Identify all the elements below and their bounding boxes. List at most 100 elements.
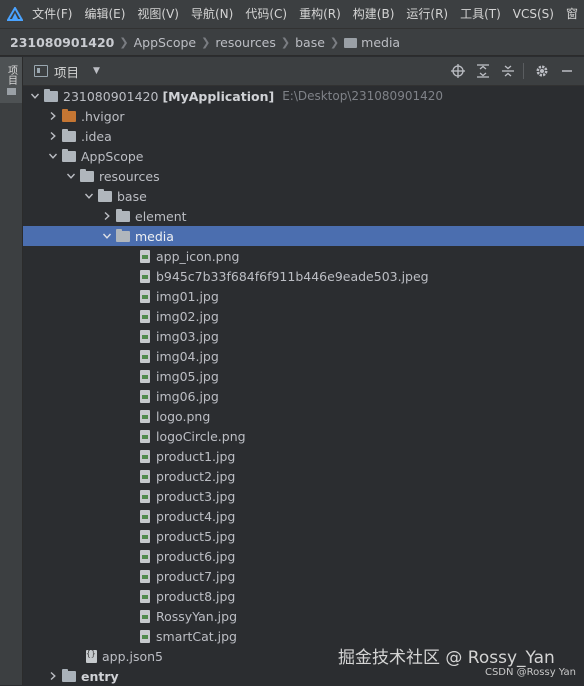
gear-icon[interactable] [531, 60, 553, 82]
file-name: product2.jpg [156, 468, 236, 484]
image-file-icon [140, 389, 150, 403]
tree-item-file[interactable]: img05.jpg [23, 366, 584, 386]
tree-item-label: .idea [81, 128, 112, 144]
root-path: E:\Desktop\231080901420 [282, 89, 444, 103]
tree-item-file[interactable]: img03.jpg [23, 326, 584, 346]
file-name: logo.png [156, 408, 211, 424]
folder-icon [62, 148, 76, 162]
project-tool-tab[interactable]: 项目 [0, 57, 22, 103]
menu-view[interactable]: 视图(V) [131, 0, 185, 28]
tree-item-file[interactable]: img01.jpg [23, 286, 584, 306]
tree-item-file[interactable]: product2.jpg [23, 466, 584, 486]
tree-item-hvigor[interactable]: .hvigor [23, 106, 584, 126]
tree-item-file[interactable]: product6.jpg [23, 546, 584, 566]
tree-item-appscope[interactable]: AppScope [23, 146, 584, 166]
root-name: 231080901420 [63, 88, 159, 104]
image-file-icon [140, 529, 150, 543]
tree-item-file[interactable]: app_icon.png [23, 246, 584, 266]
breadcrumb-separator: ❯ [119, 35, 129, 49]
tree-item-label: entry [81, 668, 119, 684]
project-panel-header: 项目 ▼ [23, 57, 584, 86]
tree-item-file[interactable]: product5.jpg [23, 526, 584, 546]
project-panel-title[interactable]: 项目 [54, 62, 79, 81]
breadcrumb-media[interactable]: media [361, 35, 400, 50]
tree-item-file[interactable]: logo.png [23, 406, 584, 426]
locate-icon[interactable] [447, 60, 469, 82]
tree-item-file[interactable]: product1.jpg [23, 446, 584, 466]
image-file-icon [140, 489, 150, 503]
breadcrumb-separator: ❯ [201, 35, 211, 49]
file-name: img06.jpg [156, 388, 219, 404]
menu-run[interactable]: 运行(R) [400, 0, 454, 28]
breadcrumb-base[interactable]: base [295, 35, 325, 50]
file-name: product3.jpg [156, 488, 236, 504]
file-name: b945c7b33f684f6f911b446e9eade503.jpeg [156, 268, 429, 284]
file-name: smartCat.jpg [156, 628, 237, 644]
tree-item-label: base [117, 188, 147, 204]
chevron-down-icon[interactable] [83, 186, 95, 206]
toolbar-divider [523, 63, 524, 79]
menu-window[interactable]: 窗 [560, 0, 584, 28]
chevron-down-icon[interactable] [47, 146, 59, 166]
app-logo-icon [4, 0, 26, 28]
tree-item-media[interactable]: media [23, 226, 584, 246]
chevron-right-icon[interactable] [47, 126, 59, 146]
image-file-icon [140, 449, 150, 463]
chevron-right-icon[interactable] [47, 666, 59, 686]
tree-item-label: resources [99, 168, 160, 184]
chevron-down-icon[interactable] [101, 226, 113, 246]
tree-item-resources[interactable]: resources [23, 166, 584, 186]
breadcrumb: 231080901420 ❯ AppScope ❯ resources ❯ ba… [0, 29, 584, 56]
expand-all-icon[interactable] [472, 60, 494, 82]
image-file-icon [140, 589, 150, 603]
chevron-down-icon[interactable]: ▼ [93, 66, 100, 76]
project-view-icon [34, 65, 48, 77]
file-name: product4.jpg [156, 508, 236, 524]
breadcrumb-appscope[interactable]: AppScope [134, 35, 197, 50]
watermark-small: CSDN @Rossy Yan [484, 667, 576, 678]
menu-edit[interactable]: 编辑(E) [78, 0, 131, 28]
image-file-icon [140, 249, 150, 263]
file-name: product6.jpg [156, 548, 236, 564]
tree-item-file[interactable]: img06.jpg [23, 386, 584, 406]
collapse-all-icon[interactable] [497, 60, 519, 82]
menu-refactor[interactable]: 重构(R) [293, 0, 347, 28]
tree-item-element[interactable]: element [23, 206, 584, 226]
chevron-right-icon[interactable] [101, 206, 113, 226]
tree-item-root[interactable]: 231080901420 [MyApplication] E:\Desktop\… [23, 86, 584, 106]
tree-item-idea[interactable]: .idea [23, 126, 584, 146]
menu-build[interactable]: 构建(B) [347, 0, 401, 28]
breadcrumb-project[interactable]: 231080901420 [10, 35, 114, 50]
tree-item-file[interactable]: logoCircle.png [23, 426, 584, 446]
tree-item-label: AppScope [81, 148, 144, 164]
tree-item-label: media [135, 228, 174, 244]
menu-file[interactable]: 文件(F) [26, 0, 78, 28]
image-file-icon [140, 329, 150, 343]
tree-item-file[interactable]: b945c7b33f684f6f911b446e9eade503.jpeg [23, 266, 584, 286]
module-folder-icon [62, 668, 76, 682]
chevron-down-icon[interactable] [29, 86, 41, 106]
image-file-icon [140, 369, 150, 383]
tree-item-file[interactable]: product3.jpg [23, 486, 584, 506]
tool-window-stripe: 项目 [0, 57, 23, 685]
menu-vcs[interactable]: VCS(S) [507, 0, 560, 28]
tree-item-file[interactable]: img04.jpg [23, 346, 584, 366]
folder-icon [116, 208, 130, 222]
folder-icon [62, 108, 76, 122]
tree-item-file[interactable]: img02.jpg [23, 306, 584, 326]
chevron-down-icon[interactable] [65, 166, 77, 186]
tree-item-file[interactable]: product8.jpg [23, 586, 584, 606]
file-name: img03.jpg [156, 328, 219, 344]
menu-navigate[interactable]: 导航(N) [185, 0, 239, 28]
tree-item-file[interactable]: product4.jpg [23, 506, 584, 526]
chevron-right-icon[interactable] [47, 106, 59, 126]
image-file-icon [140, 609, 150, 623]
tree-item-file[interactable]: RossyYan.jpg [23, 606, 584, 626]
tree-item-file[interactable]: product7.jpg [23, 566, 584, 586]
tree-item-base[interactable]: base [23, 186, 584, 206]
tree-item-label: .hvigor [81, 108, 125, 124]
minimize-icon[interactable] [556, 60, 578, 82]
menu-tools[interactable]: 工具(T) [454, 0, 507, 28]
breadcrumb-resources[interactable]: resources [215, 35, 276, 50]
menu-code[interactable]: 代码(C) [239, 0, 293, 28]
